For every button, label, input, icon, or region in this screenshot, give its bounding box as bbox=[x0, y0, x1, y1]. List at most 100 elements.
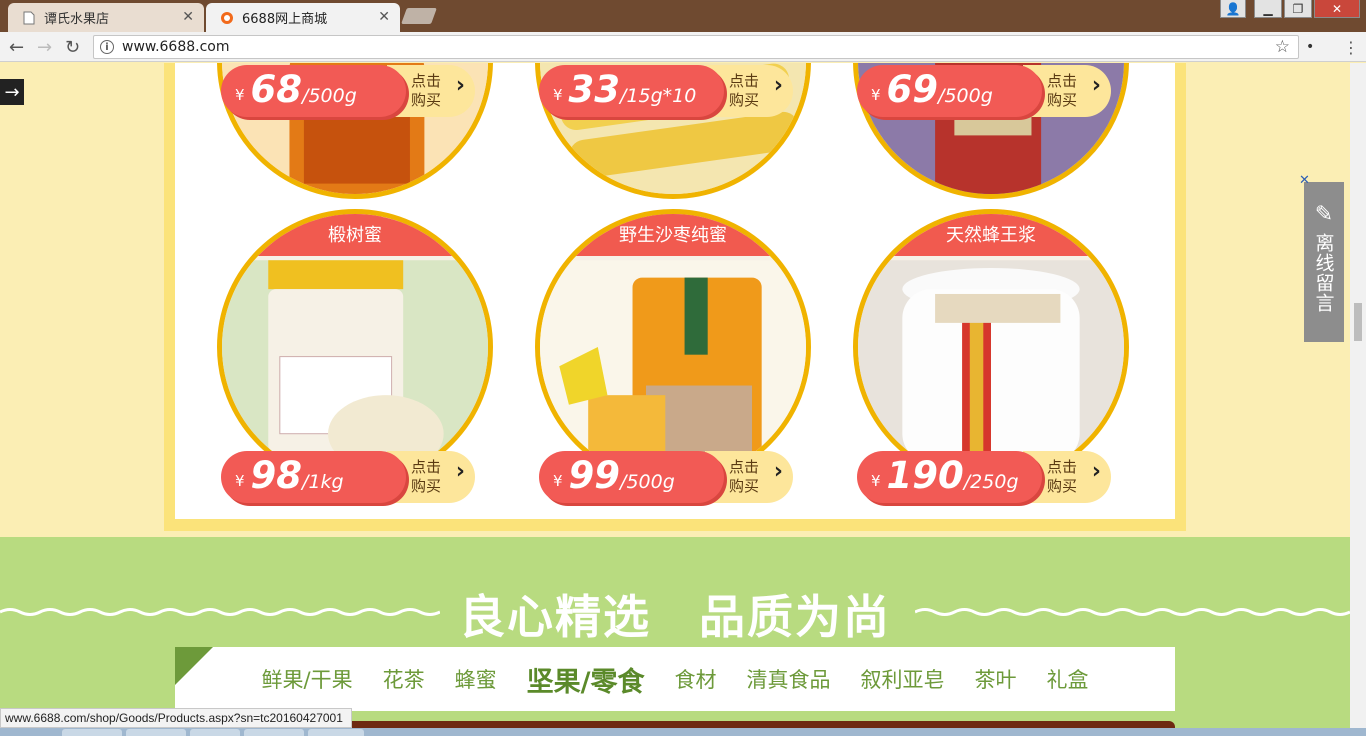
buy-label-line1: 点击 bbox=[729, 458, 760, 476]
browser-toolbar: ← → ↻ i www.6688.com ☆ • ⋮ bbox=[0, 32, 1366, 62]
price-value: 33 bbox=[568, 68, 621, 111]
buy-label-line1: 点击 bbox=[411, 458, 442, 476]
price-value: 190 bbox=[886, 454, 964, 497]
scrollbar-thumb[interactable] bbox=[1354, 303, 1362, 341]
chevron-right-icon: › bbox=[773, 73, 783, 98]
new-tab-button[interactable] bbox=[401, 8, 437, 24]
category-nav: 鲜果/干果 花茶 蜂蜜 坚果/零食 食材 清真食品 叙利亚皂 茶叶 礼盒 bbox=[175, 647, 1175, 711]
currency-symbol: ¥ bbox=[235, 472, 245, 490]
page-icon bbox=[22, 11, 36, 25]
close-icon[interactable]: ✕ bbox=[1299, 173, 1310, 188]
tab-6688-mall[interactable]: 6688网上商城 ✕ bbox=[206, 3, 400, 32]
product-card[interactable]: ¥ 69 /500g 点击 购买 › bbox=[853, 63, 1133, 223]
reload-icon[interactable]: ↻ bbox=[65, 37, 80, 58]
category-syrian-soap[interactable]: 叙利亚皂 bbox=[860, 664, 944, 694]
product-image[interactable]: 椴树蜜 bbox=[217, 209, 493, 485]
price-unit: /500g bbox=[302, 85, 357, 107]
tab-title: 6688网上商城 bbox=[242, 12, 328, 27]
taskbar-item[interactable] bbox=[62, 729, 122, 736]
currency-symbol: ¥ bbox=[871, 472, 881, 490]
maximize-button[interactable]: ❐ bbox=[1284, 0, 1312, 18]
chevron-right-icon: › bbox=[1091, 459, 1101, 484]
site-logo-icon bbox=[220, 11, 234, 25]
price-unit: /1kg bbox=[302, 471, 344, 493]
product-card[interactable]: 椴树蜜 ¥ 98 /1kg 点击 购买 › bbox=[217, 209, 497, 509]
category-flower-tea[interactable]: 花茶 bbox=[383, 664, 425, 694]
close-icon[interactable]: ✕ bbox=[182, 9, 194, 25]
buy-label-line1: 点击 bbox=[411, 72, 442, 90]
buy-label-line1: 点击 bbox=[1047, 72, 1078, 90]
price-unit: /250g bbox=[963, 471, 1019, 493]
category-honey[interactable]: 蜂蜜 bbox=[455, 664, 497, 694]
price-tag: ¥ 33 /15g*10 bbox=[539, 65, 724, 117]
scrollbar[interactable] bbox=[1350, 63, 1366, 736]
forward-arrow-icon[interactable]: → bbox=[37, 37, 52, 58]
product-card[interactable]: ¥ 68 /500g 点击 购买 › bbox=[217, 63, 497, 223]
chevron-right-icon: › bbox=[1091, 73, 1101, 98]
corner-decoration bbox=[175, 647, 213, 685]
buy-label-line2: 购买 bbox=[1047, 477, 1078, 495]
product-card[interactable]: 天然蜂王浆 ¥ 190 /250g 点击 购买 › bbox=[853, 209, 1133, 509]
price-value: 99 bbox=[568, 454, 621, 497]
arrow-right-icon[interactable]: → bbox=[0, 79, 24, 105]
buy-label-line2: 购买 bbox=[729, 477, 760, 495]
window-controls: 👤 ▁ ❐ ✕ bbox=[1220, 0, 1360, 18]
price-unit: /15g*10 bbox=[620, 85, 697, 107]
user-icon[interactable]: 👤 bbox=[1220, 0, 1246, 18]
os-taskbar bbox=[0, 728, 1366, 736]
product-image[interactable]: 野生沙枣纯蜜 bbox=[535, 209, 811, 485]
buy-label-line2: 购买 bbox=[411, 477, 442, 495]
currency-symbol: ¥ bbox=[553, 86, 563, 104]
currency-symbol: ¥ bbox=[871, 86, 881, 104]
product-card[interactable]: 野生沙枣纯蜜 ¥ 99 /500g 点击 购买 › bbox=[535, 209, 815, 509]
buy-label-line2: 购买 bbox=[411, 91, 442, 109]
chevron-right-icon: › bbox=[455, 73, 465, 98]
price-unit: /500g bbox=[620, 471, 675, 493]
close-icon[interactable]: ✕ bbox=[378, 9, 390, 25]
info-icon[interactable]: i bbox=[100, 40, 114, 54]
minimize-button[interactable]: ▁ bbox=[1254, 0, 1282, 18]
category-nuts-snacks[interactable]: 坚果/零食 bbox=[527, 660, 645, 699]
price-tag: ¥ 69 /500g bbox=[857, 65, 1042, 117]
buy-label-line2: 购买 bbox=[729, 91, 760, 109]
address-bar[interactable]: i www.6688.com ☆ bbox=[93, 35, 1299, 59]
price-unit: /500g bbox=[938, 85, 993, 107]
section-slogan: 良心精选 品质为尚 bbox=[459, 590, 891, 644]
url-text: www.6688.com bbox=[122, 39, 230, 55]
extension-icon[interactable]: • bbox=[1306, 39, 1322, 55]
buy-label-line2: 购买 bbox=[1047, 91, 1078, 109]
category-tea[interactable]: 茶叶 bbox=[974, 664, 1016, 694]
back-arrow-icon[interactable]: ← bbox=[9, 37, 24, 58]
product-name: 野生沙枣纯蜜 bbox=[540, 214, 806, 256]
taskbar-item[interactable] bbox=[126, 729, 186, 736]
edit-icon: ✎ bbox=[1314, 202, 1334, 227]
taskbar-item[interactable] bbox=[244, 729, 304, 736]
product-image[interactable]: 天然蜂王浆 bbox=[853, 209, 1129, 485]
category-ingredients[interactable]: 食材 bbox=[674, 664, 716, 694]
offline-message-button[interactable]: ✎ 离线留言 bbox=[1304, 182, 1344, 342]
category-halal[interactable]: 清真食品 bbox=[746, 664, 830, 694]
taskbar-item[interactable] bbox=[190, 729, 240, 736]
product-name: 椴树蜜 bbox=[222, 214, 488, 256]
featured-section: 良心精选 品质为尚 鲜果/干果 花茶 蜂蜜 坚果/零食 食材 清真食品 叙利亚皂… bbox=[0, 537, 1350, 736]
price-value: 68 bbox=[250, 68, 303, 111]
category-gift-box[interactable]: 礼盒 bbox=[1046, 664, 1088, 694]
product-card[interactable]: ¥ 33 /15g*10 点击 购买 › bbox=[535, 63, 815, 223]
chevron-right-icon: › bbox=[773, 459, 783, 484]
chevron-right-icon: › bbox=[455, 459, 465, 484]
bookmark-star-icon[interactable]: ☆ bbox=[1275, 37, 1290, 57]
category-fruit[interactable]: 鲜果/干果 bbox=[262, 664, 353, 694]
close-window-button[interactable]: ✕ bbox=[1314, 0, 1360, 18]
buy-label-line1: 点击 bbox=[1047, 458, 1078, 476]
currency-symbol: ¥ bbox=[553, 472, 563, 490]
browser-titlebar: 谭氏水果店 ✕ 6688网上商城 ✕ 👤 ▁ ❐ ✕ bbox=[0, 0, 1366, 32]
tab-title: 谭氏水果店 bbox=[44, 12, 110, 27]
tab-fruit-shop[interactable]: 谭氏水果店 ✕ bbox=[8, 3, 204, 32]
price-value: 69 bbox=[886, 68, 939, 111]
price-tag: ¥ 98 /1kg bbox=[221, 451, 406, 503]
price-tag: ¥ 68 /500g bbox=[221, 65, 406, 117]
taskbar-item[interactable] bbox=[308, 729, 364, 736]
buy-label-line1: 点击 bbox=[729, 72, 760, 90]
menu-icon[interactable]: ⋮ bbox=[1343, 38, 1359, 57]
page-viewport: → ¥ 68 /500g 点击 购买 › ¥ 33 /15g*10 点击 购买 … bbox=[0, 63, 1350, 736]
